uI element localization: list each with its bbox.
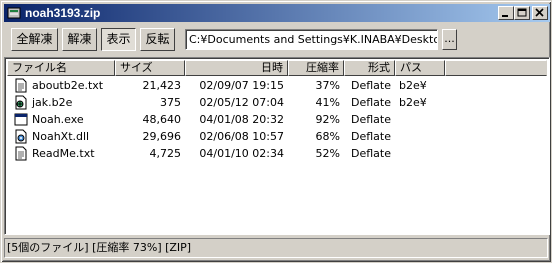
text-file-icon (14, 146, 28, 161)
close-button[interactable] (532, 6, 548, 20)
compression-ratio: 41% (315, 96, 340, 109)
status-bar: [5個のファイル] [圧縮率 73%] [ZIP] (4, 238, 550, 258)
file-size: 21,423 (142, 79, 182, 92)
maximize-button[interactable] (514, 6, 530, 20)
compression-ratio: 37% (315, 79, 340, 92)
column-header-name[interactable]: ファイル名 (7, 60, 115, 76)
file-size: 375 (160, 96, 181, 109)
main-window: noah3193.zip 全解凍 解凍 表示 反転 C:¥Documents a… (0, 0, 552, 263)
status-text: [5個のファイル] [圧縮率 73%] [ZIP] (4, 238, 548, 258)
file-name: ReadMe.txt (32, 147, 95, 160)
compression-method: Deflate (351, 96, 391, 109)
column-header-path[interactable]: パス (395, 60, 445, 76)
table-row[interactable]: Noah.exe 48,640 04/01/08 20:32 92% Defla… (7, 111, 547, 128)
table-row[interactable]: NoahXt.dll 29,696 02/06/08 10:57 68% Def… (7, 128, 547, 145)
view-button[interactable]: 表示 (101, 28, 136, 51)
close-icon (535, 8, 544, 17)
column-header-size[interactable]: サイズ (115, 60, 185, 76)
minimize-button[interactable] (498, 6, 514, 20)
exe-file-icon (14, 112, 28, 127)
table-row[interactable]: ReadMe.txt 4,725 04/01/10 02:34 52% Defl… (7, 145, 547, 162)
extract-button[interactable]: 解凍 (62, 28, 97, 51)
compression-ratio: 52% (315, 147, 340, 160)
file-date: 04/01/10 02:34 (199, 147, 284, 160)
text-file-icon (14, 78, 28, 93)
list-header: ファイル名 サイズ 日時 圧縮率 形式 パス (7, 60, 547, 76)
file-rows: aboutb2e.txt 21,423 02/09/07 19:15 37% D… (7, 77, 547, 162)
file-name: NoahXt.dll (32, 130, 90, 143)
dll-file-icon (14, 129, 28, 144)
file-path: b2e¥ (399, 79, 427, 92)
compression-ratio: 68% (315, 130, 340, 143)
header-filler (445, 60, 547, 76)
file-date: 02/06/08 10:57 (199, 130, 284, 143)
invert-selection-button[interactable]: 反転 (140, 28, 175, 51)
compression-ratio: 92% (315, 113, 340, 126)
file-size: 48,640 (142, 113, 182, 126)
minimize-icon (502, 15, 508, 17)
column-header-method[interactable]: 形式 (344, 60, 395, 76)
maximize-icon (517, 8, 527, 17)
file-path: b2e¥ (399, 96, 427, 109)
compression-method: Deflate (351, 113, 391, 126)
window-title: noah3193.zip (25, 6, 101, 20)
compression-method: Deflate (351, 147, 391, 160)
file-name: aboutb2e.txt (32, 79, 104, 92)
extract-all-button[interactable]: 全解凍 (11, 28, 58, 51)
extract-path-input[interactable]: C:¥Documents and Settings¥K.INABA¥Deskto… (185, 29, 438, 50)
file-date: 04/01/08 20:32 (199, 113, 284, 126)
file-name: Noah.exe (32, 113, 84, 126)
file-list[interactable]: ファイル名 サイズ 日時 圧縮率 形式 パス aboutb2e.txt 21,4… (4, 57, 550, 235)
file-name: jak.b2e (32, 96, 73, 109)
title-bar[interactable]: noah3193.zip (4, 4, 550, 22)
file-size: 29,696 (142, 130, 182, 143)
script-file-icon (14, 95, 28, 110)
browse-button[interactable]: ... (442, 29, 457, 50)
compression-method: Deflate (351, 130, 391, 143)
column-header-date[interactable]: 日時 (185, 60, 288, 76)
toolbar: 全解凍 解凍 表示 反転 C:¥Documents and Settings¥K… (4, 24, 550, 56)
file-size: 4,725 (149, 147, 182, 160)
table-row[interactable]: jak.b2e 375 02/05/12 07:04 41% Deflate b… (7, 94, 547, 111)
compression-method: Deflate (351, 79, 391, 92)
table-row[interactable]: aboutb2e.txt 21,423 02/09/07 19:15 37% D… (7, 77, 547, 94)
file-date: 02/05/12 07:04 (199, 96, 284, 109)
column-header-ratio[interactable]: 圧縮率 (288, 60, 344, 76)
file-date: 02/09/07 19:15 (199, 79, 284, 92)
archive-app-icon (7, 6, 21, 20)
